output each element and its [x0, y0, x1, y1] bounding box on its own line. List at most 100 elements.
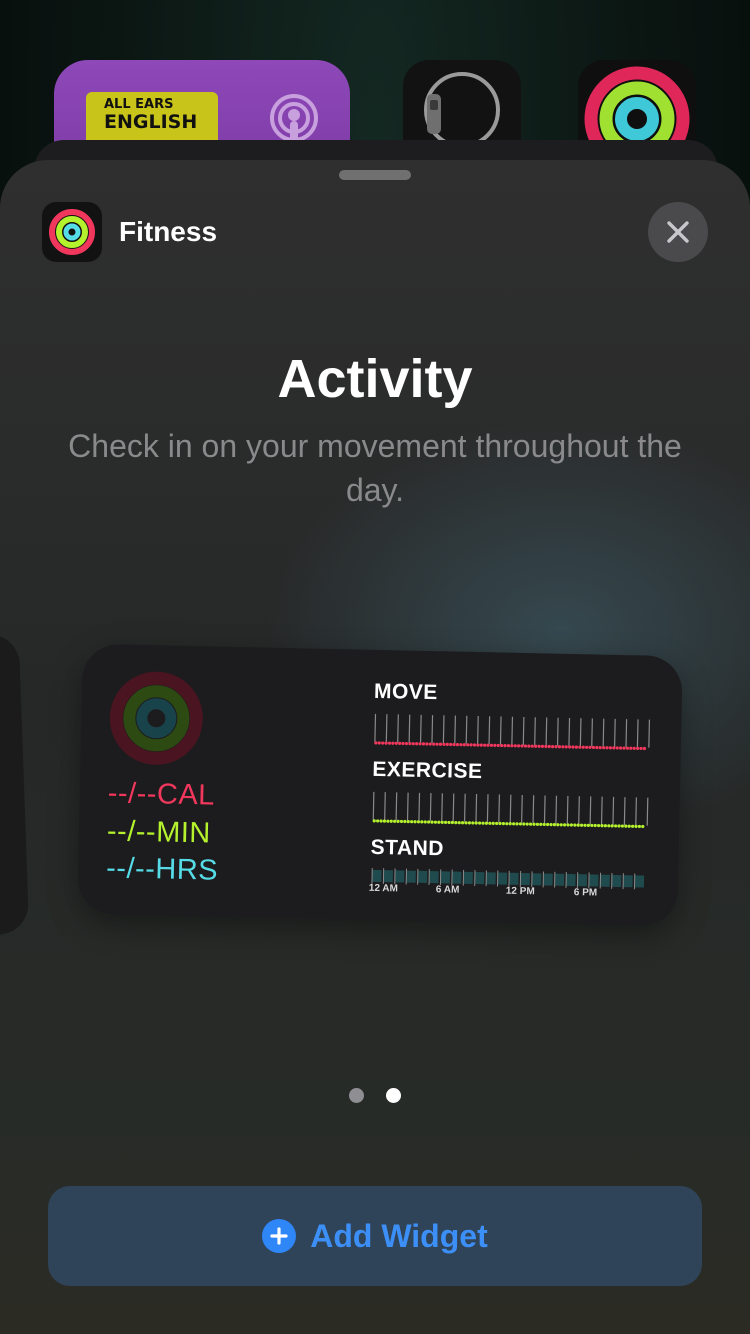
baseline-dot — [559, 823, 563, 827]
hour-tick — [397, 714, 399, 743]
baseline-dot — [630, 824, 635, 828]
baseline-dot — [512, 822, 516, 826]
podcasts-icon — [270, 94, 318, 142]
baseline-dot — [488, 821, 492, 825]
stand-hour-bar — [520, 872, 531, 886]
baseline-dot — [491, 821, 495, 825]
page-indicator[interactable] — [0, 1088, 750, 1103]
baseline-dot — [613, 824, 618, 828]
baseline-dot — [583, 823, 587, 827]
baseline-dot — [401, 741, 405, 746]
baseline-dot — [602, 746, 606, 750]
baseline-dot — [377, 741, 381, 745]
baseline-dot — [598, 746, 602, 750]
baseline-dot — [505, 822, 509, 826]
hour-tick — [578, 796, 580, 825]
baseline-dot — [547, 744, 551, 749]
move-calories-stat: --/--CAL — [107, 777, 216, 812]
baseline-dot — [525, 822, 529, 826]
baseline-dot — [551, 745, 555, 749]
hour-tick — [648, 719, 651, 748]
close-button[interactable] — [648, 202, 708, 262]
sheet-grabber[interactable] — [339, 170, 411, 180]
baseline-dot — [637, 824, 641, 829]
baseline-dot — [420, 820, 424, 824]
widget-title: Activity — [277, 349, 473, 409]
hour-tick — [384, 792, 386, 821]
baseline-dot — [556, 823, 560, 827]
baseline-dot — [471, 821, 475, 825]
baseline-dot — [421, 742, 426, 746]
baseline-dot — [501, 821, 506, 826]
baseline-dot — [636, 746, 640, 750]
baseline-dot — [433, 820, 438, 824]
hour-tick — [441, 793, 443, 822]
hour-tick — [568, 717, 571, 746]
hour-tick — [600, 796, 603, 825]
previous-widget-preview[interactable] — [0, 633, 30, 937]
hour-tick — [408, 714, 411, 743]
stand-hour-bar — [554, 873, 565, 886]
activity-rings-icon — [49, 209, 95, 255]
baseline-dot — [495, 821, 499, 826]
baseline-dot — [549, 822, 553, 827]
baseline-dot — [496, 743, 500, 748]
baseline-dot — [537, 744, 541, 748]
hour-tick — [522, 716, 525, 746]
stand-hour-bar — [577, 874, 588, 887]
baseline-dot — [585, 745, 589, 749]
page-dot-1[interactable] — [349, 1088, 364, 1103]
baseline-dot — [416, 820, 421, 824]
baseline-dot — [517, 744, 521, 748]
baseline-dot — [622, 746, 626, 750]
hour-tick — [442, 715, 445, 744]
baseline-dot — [569, 823, 574, 827]
hour-tick — [465, 715, 468, 744]
baseline-dot — [381, 741, 385, 745]
hour-tick — [602, 718, 605, 747]
baseline-dot — [615, 746, 619, 750]
time-label-12pm: 12 PM — [505, 885, 535, 898]
exercise-label: EXERCISE — [372, 757, 483, 784]
hour-tick — [463, 793, 466, 822]
baseline-dot — [522, 822, 526, 826]
baseline-dot — [387, 741, 392, 745]
baseline-dot — [523, 744, 528, 748]
stand-hour-bar — [417, 870, 428, 884]
baseline-dot — [489, 743, 494, 747]
hour-tick — [418, 792, 421, 821]
hour-tick — [532, 795, 535, 824]
hour-tick — [509, 794, 512, 823]
baseline-dot — [379, 819, 383, 823]
activity-widget-preview[interactable]: --/--CAL --/--MIN --/--HRS MOVE EXERCISE… — [77, 643, 683, 927]
hour-tick — [372, 791, 375, 820]
baseline-dot — [535, 822, 540, 826]
hour-tick — [534, 717, 536, 746]
activity-rings-icon — [109, 671, 203, 765]
baseline-dot — [437, 820, 441, 824]
page-dot-2[interactable] — [386, 1088, 401, 1103]
stand-label: STAND — [370, 835, 445, 861]
hour-tick — [591, 718, 593, 747]
baseline-dot — [629, 746, 633, 750]
baseline-dot — [595, 745, 599, 750]
baseline-dot — [411, 742, 415, 746]
stand-hour-bar — [486, 872, 496, 885]
baseline-dot — [603, 824, 607, 828]
podcast-cover-line2: ENGLISH — [104, 111, 198, 134]
baseline-dot — [391, 741, 395, 745]
move-label: MOVE — [373, 679, 439, 705]
hour-tick — [477, 716, 479, 745]
hour-tick — [488, 716, 491, 745]
baseline-dot — [410, 820, 414, 824]
baseline-dot — [540, 744, 545, 748]
hour-tick — [419, 714, 422, 743]
hour-tick — [566, 795, 569, 824]
add-widget-button[interactable]: Add Widget — [48, 1186, 702, 1286]
baseline-dot — [455, 743, 460, 747]
hour-tick — [431, 715, 434, 744]
baseline-dot — [580, 823, 584, 827]
fitness-app-icon — [42, 202, 102, 262]
baseline-dot — [578, 745, 582, 749]
baseline-dot — [440, 820, 444, 824]
